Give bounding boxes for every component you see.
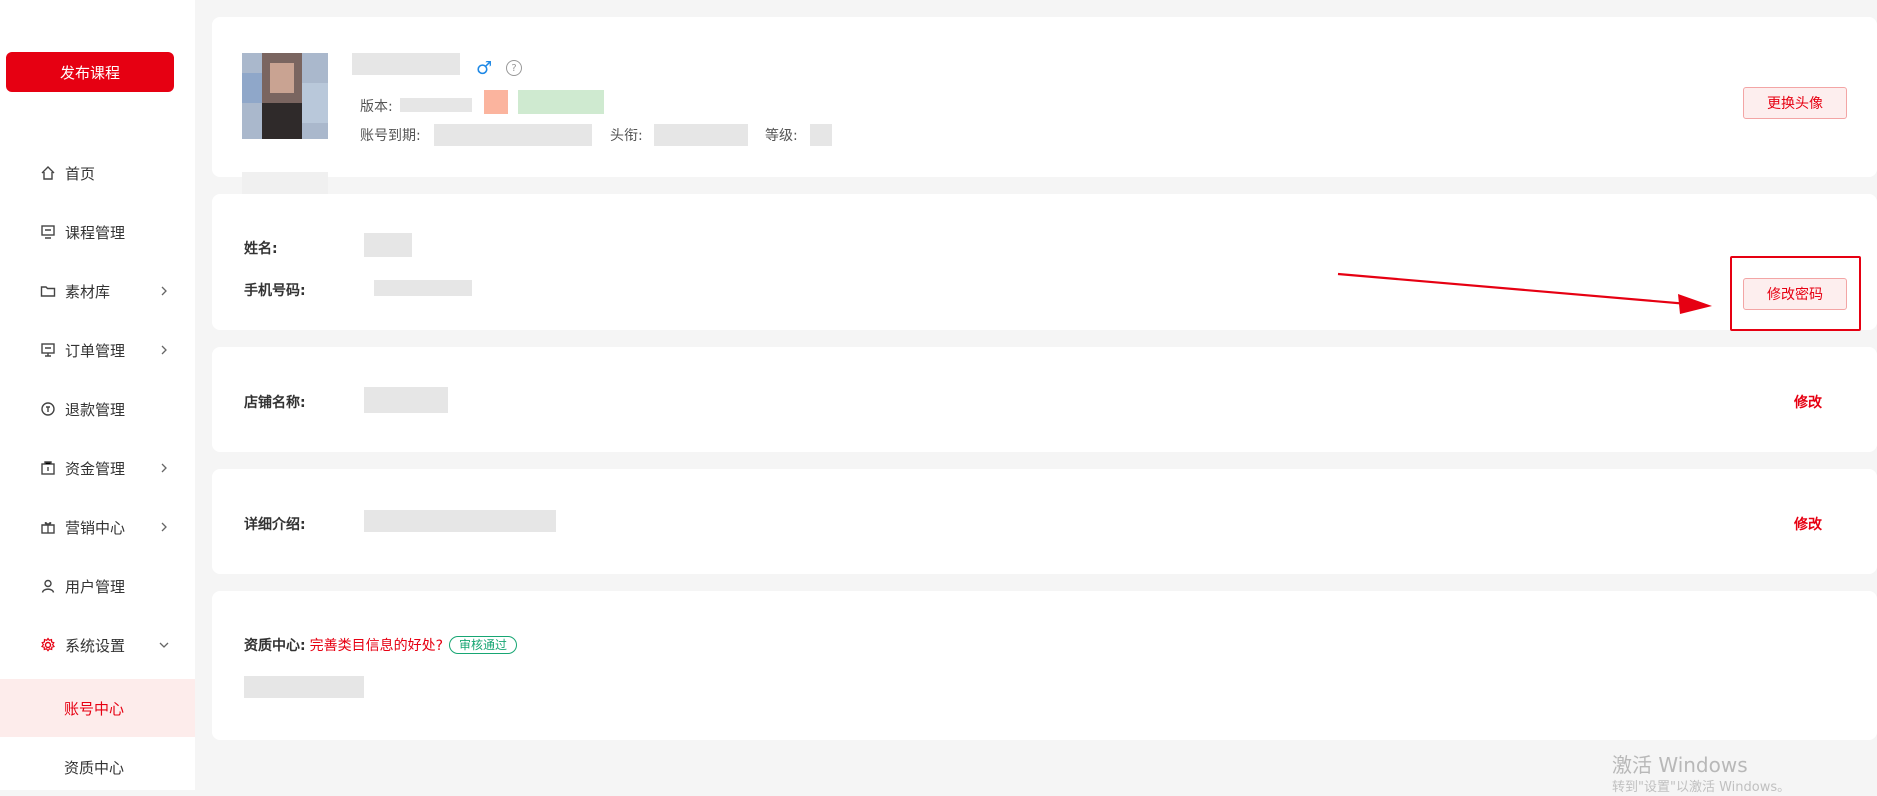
version-label: 版本:	[360, 99, 393, 115]
qualification-blurred	[244, 676, 364, 698]
profile-card	[212, 17, 1877, 177]
expire-label: 账号到期:	[360, 128, 421, 144]
male-icon: ♂	[476, 58, 493, 79]
name-label: 姓名:	[244, 241, 278, 257]
sidebar-item-label: 首页	[65, 164, 96, 183]
help-icon[interactable]: ?	[506, 60, 522, 76]
chevron-down-icon	[159, 642, 169, 648]
version-blurred	[400, 98, 472, 112]
sidebar-item-home[interactable]: 首页	[0, 144, 195, 202]
annotation-arrow	[1337, 272, 1712, 314]
sidebar-item-funds[interactable]: 资金管理	[0, 439, 195, 497]
change-avatar-button[interactable]: 更换头像	[1743, 87, 1847, 119]
settings-icon	[39, 636, 57, 654]
qualification-label: 资质中心:	[244, 638, 306, 654]
shop-card	[212, 347, 1877, 452]
sidebar-item-label: 资金管理	[65, 459, 126, 478]
chevron-right-icon	[161, 345, 167, 355]
user-icon	[39, 577, 57, 595]
phone-blurred	[374, 280, 472, 296]
qualification-row: 资质中心: 完善类目信息的好处? 审核通过	[244, 635, 518, 655]
level-label: 等级:	[765, 128, 798, 144]
sidebar-item-label: 退款管理	[65, 400, 126, 419]
sidebar-item-users[interactable]: 用户管理	[0, 557, 195, 615]
sidebar-item-courses[interactable]: 课程管理	[0, 203, 195, 261]
sidebar-item-label: 营销中心	[65, 518, 126, 537]
version-badge-blurred	[484, 90, 508, 114]
username-blurred	[352, 53, 460, 75]
sidebar-item-label: 账号中心	[64, 699, 125, 718]
shop-name-label: 店铺名称:	[244, 395, 306, 411]
change-password-button[interactable]: 修改密码	[1743, 278, 1847, 310]
status-badge: 审核通过	[449, 636, 518, 654]
detail-blurred	[364, 510, 556, 532]
shop-name-blurred	[364, 387, 448, 413]
sidebar-item-label: 系统设置	[65, 636, 126, 655]
sidebar-item-label: 资质中心	[64, 758, 125, 777]
home-icon	[39, 164, 57, 182]
chevron-right-icon	[161, 522, 167, 532]
sidebar-subitem-account-center[interactable]: 账号中心	[0, 679, 195, 737]
order-icon	[39, 341, 57, 359]
sidebar-item-orders[interactable]: 订单管理	[0, 321, 195, 379]
publish-course-button[interactable]: 发布课程	[6, 52, 174, 92]
qualification-card	[212, 591, 1877, 740]
sidebar-item-label: 课程管理	[65, 223, 126, 242]
benefits-link[interactable]: 完善类目信息的好处?	[310, 635, 443, 655]
edit-detail-link[interactable]: 修改	[1794, 514, 1822, 534]
edit-shop-name-link[interactable]: 修改	[1794, 392, 1822, 412]
sidebar-item-label: 用户管理	[65, 577, 126, 596]
activation-watermark: 激活 Windows	[1612, 753, 1748, 777]
refund-icon	[39, 400, 57, 418]
sidebar-subitem-qualification-center[interactable]: 资质中心	[0, 738, 195, 796]
activation-watermark-sub: 转到"设置"以激活 Windows。	[1612, 780, 1791, 795]
title-label: 头衔:	[610, 128, 643, 144]
sidebar-item-label: 素材库	[65, 282, 111, 301]
gift-icon	[39, 518, 57, 536]
version-badge-blurred	[518, 90, 604, 114]
folder-icon	[39, 282, 57, 300]
level-blurred	[810, 124, 832, 146]
title-blurred	[654, 124, 748, 146]
sidebar-item-settings[interactable]: 系统设置	[0, 616, 195, 674]
expire-blurred	[434, 124, 592, 146]
chevron-right-icon	[161, 286, 167, 296]
name-blurred	[364, 233, 412, 257]
sidebar-item-refunds[interactable]: 退款管理	[0, 380, 195, 438]
sidebar-item-label: 订单管理	[65, 341, 126, 360]
wallet-icon	[39, 459, 57, 477]
sidebar-item-materials[interactable]: 素材库	[0, 262, 195, 320]
sidebar: 发布课程 首页 课程管理 素材库 订单管理 退款管理 资金管理 营销中心 用户管…	[0, 0, 195, 790]
avatar[interactable]	[242, 53, 328, 139]
sidebar-item-marketing[interactable]: 营销中心	[0, 498, 195, 556]
phone-label: 手机号码:	[244, 283, 306, 299]
chevron-right-icon	[161, 463, 167, 473]
detail-label: 详细介绍:	[244, 517, 306, 533]
course-icon	[39, 223, 57, 241]
blurred-text	[242, 172, 328, 194]
